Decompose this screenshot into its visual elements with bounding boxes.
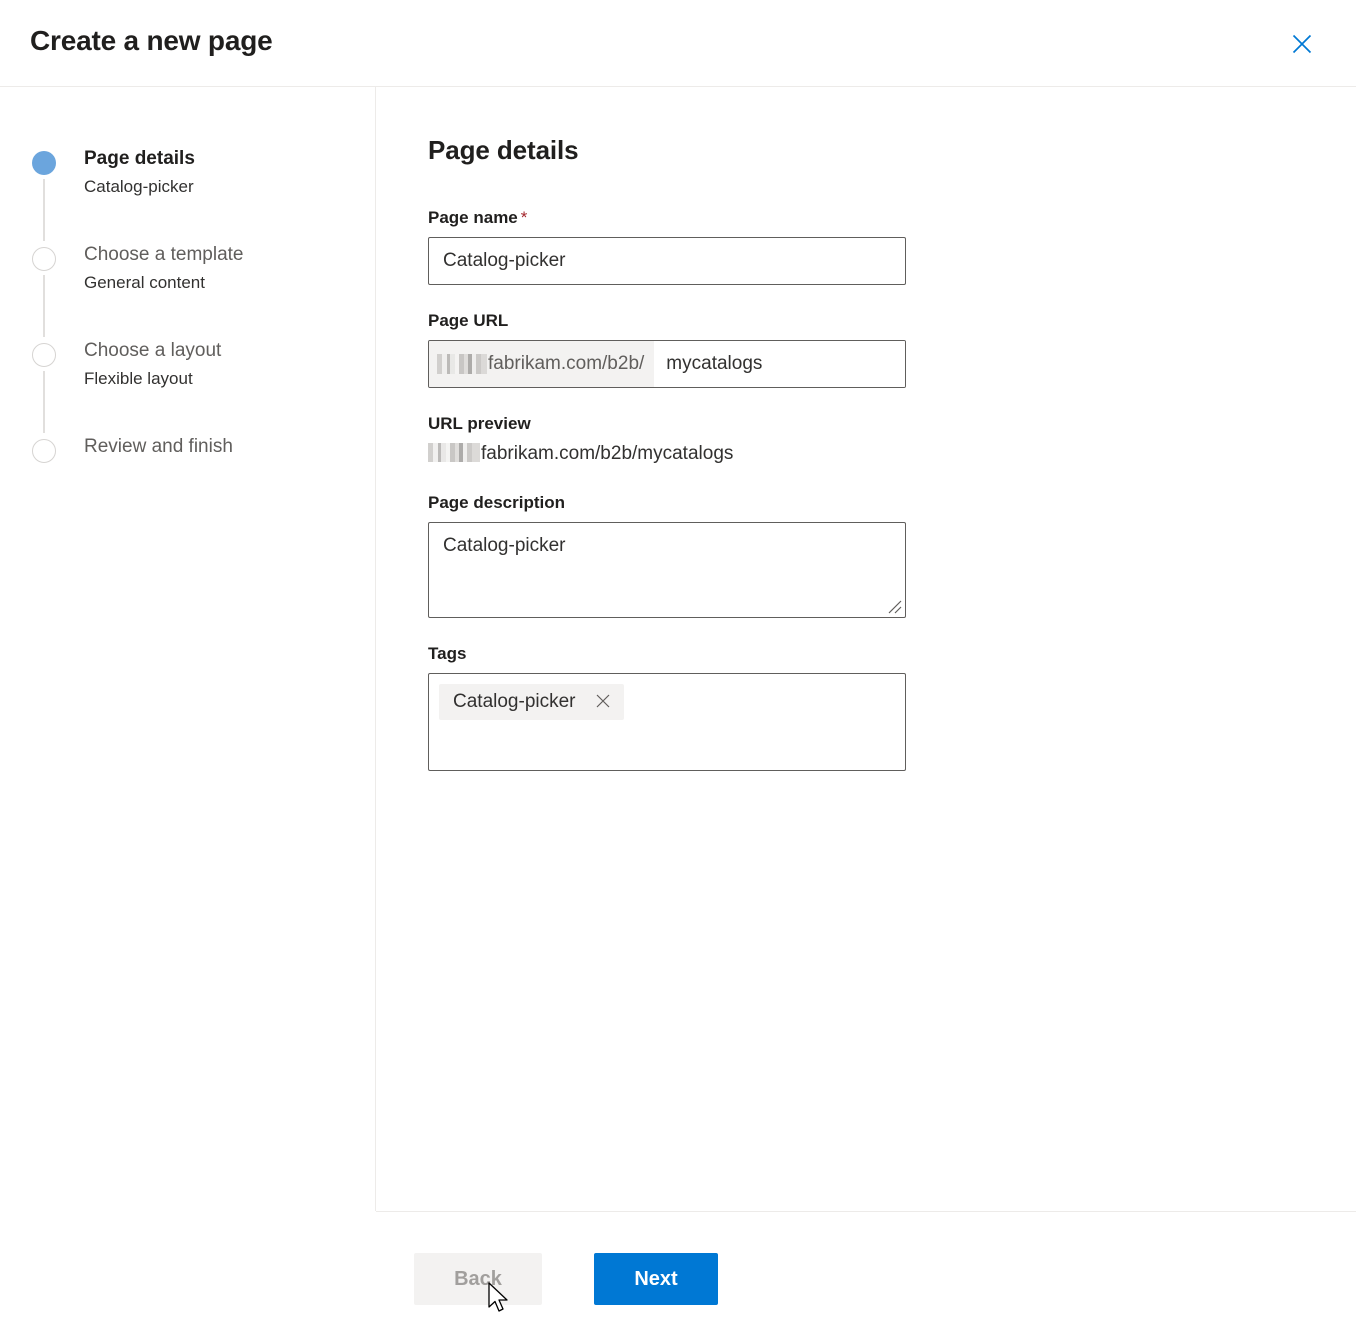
page-description-box bbox=[428, 522, 906, 618]
field-page-name: Page name * bbox=[428, 208, 908, 285]
footer-left-filler bbox=[0, 1211, 376, 1333]
page-url-prefix: fabrikam.com/b2b/ bbox=[429, 341, 655, 387]
step-subtitle: General content bbox=[84, 273, 205, 292]
step-title: Choose a template bbox=[84, 244, 244, 265]
step-connector-line bbox=[43, 371, 45, 433]
step-subtitle: Catalog-picker bbox=[84, 177, 194, 196]
page-name-label-text: Page name bbox=[428, 208, 518, 227]
wizard-step-choose-a-layout[interactable]: Choose a layout Flexible layout bbox=[32, 339, 352, 435]
page-description-label: Page description bbox=[428, 493, 565, 512]
wizard-steps-list: Page details Catalog-picker Choose a tem… bbox=[32, 147, 352, 475]
redaction-blur-icon bbox=[428, 443, 480, 462]
field-url-preview: URL preview fabrikam.com/b2b/mycatalogs bbox=[428, 414, 908, 467]
step-connector-line bbox=[43, 179, 45, 241]
page-description-textarea[interactable] bbox=[428, 522, 906, 618]
wizard-step-review-and-finish[interactable]: Review and finish bbox=[32, 435, 352, 475]
wizard-step-choose-a-template[interactable]: Choose a template General content bbox=[32, 243, 352, 339]
field-page-description: Page description bbox=[428, 493, 908, 618]
step-marker-icon bbox=[32, 439, 56, 463]
close-dialog-button[interactable] bbox=[1284, 26, 1320, 62]
step-marker-icon bbox=[32, 343, 56, 367]
step-connector-line bbox=[43, 275, 45, 337]
close-icon bbox=[1291, 33, 1313, 55]
required-indicator: * bbox=[520, 208, 528, 227]
tag-chip-label: Catalog-picker bbox=[453, 691, 576, 712]
dialog-header: Create a new page bbox=[0, 0, 1356, 87]
page-name-input[interactable] bbox=[428, 237, 906, 285]
form-content: Page details Page name* Page URL fabrika… bbox=[428, 135, 908, 797]
page-url-prefix-text: fabrikam.com/b2b/ bbox=[488, 353, 645, 374]
url-preview-value: fabrikam.com/b2b/mycatalogs bbox=[428, 441, 908, 467]
next-button[interactable]: Next bbox=[594, 1253, 718, 1305]
step-marker-icon bbox=[32, 247, 56, 271]
page-url-input[interactable] bbox=[654, 341, 905, 387]
tag-remove-button[interactable] bbox=[592, 691, 614, 713]
form-pane: Page details Page name* Page URL fabrika… bbox=[376, 87, 1356, 1211]
wizard-steps-pane: Page details Catalog-picker Choose a tem… bbox=[0, 87, 376, 1211]
dialog-body: Page details Catalog-picker Choose a tem… bbox=[0, 87, 1356, 1211]
field-page-url: Page URL fabrikam.com/b2b/ bbox=[428, 311, 908, 388]
step-subtitle: Flexible layout bbox=[84, 369, 193, 388]
url-preview-text: fabrikam.com/b2b/mycatalogs bbox=[481, 443, 734, 464]
url-preview-label: URL preview bbox=[428, 414, 531, 433]
step-title: Page details bbox=[84, 148, 195, 169]
dialog-footer: Back Next bbox=[376, 1211, 1356, 1333]
field-tags: Tags Catalog-picker bbox=[428, 644, 908, 771]
close-icon bbox=[594, 692, 612, 713]
tags-input-box[interactable]: Catalog-picker bbox=[428, 673, 906, 771]
page-title: Page details bbox=[428, 135, 579, 165]
step-marker-icon bbox=[32, 151, 56, 175]
page-url-input-group: fabrikam.com/b2b/ bbox=[428, 340, 906, 388]
dialog-title: Create a new page bbox=[30, 25, 273, 56]
page-url-label: Page URL bbox=[428, 311, 509, 330]
page-name-label: Page name * bbox=[428, 208, 908, 228]
back-button[interactable]: Back bbox=[414, 1253, 542, 1305]
redaction-blur-icon bbox=[437, 354, 487, 374]
tags-label: Tags bbox=[428, 644, 467, 663]
tag-chip[interactable]: Catalog-picker bbox=[439, 684, 624, 720]
step-title: Choose a layout bbox=[84, 340, 222, 361]
step-title: Review and finish bbox=[84, 436, 233, 457]
wizard-step-page-details[interactable]: Page details Catalog-picker bbox=[32, 147, 352, 243]
